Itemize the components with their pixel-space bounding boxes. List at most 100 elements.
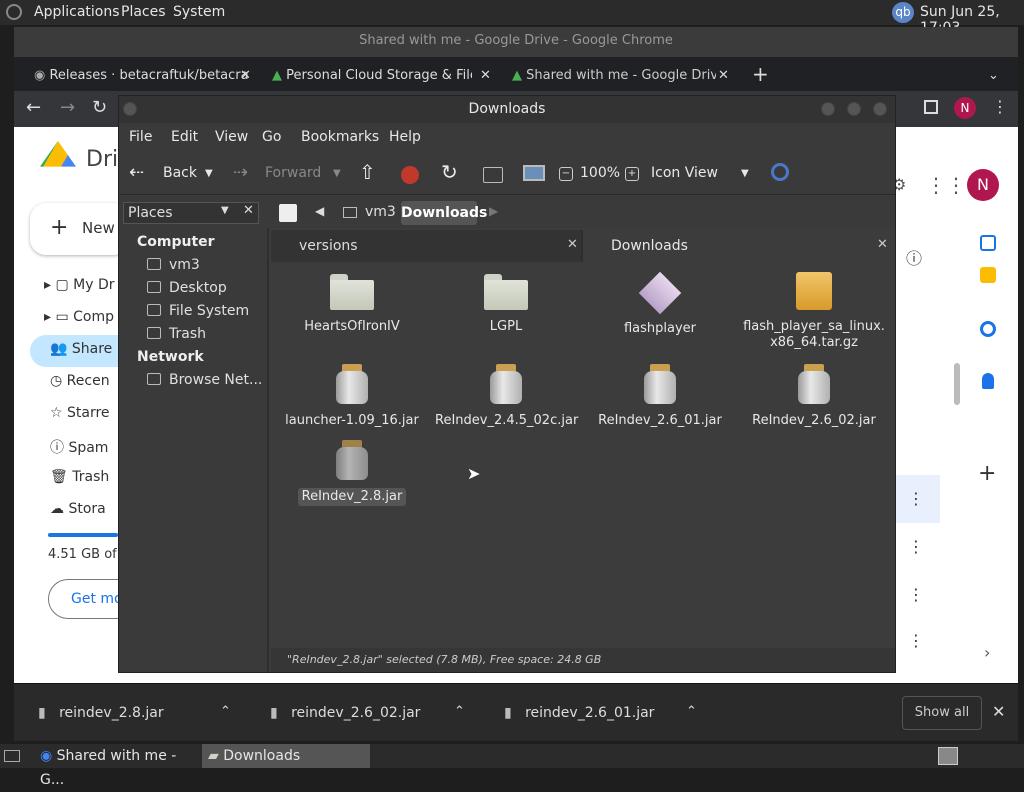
menu-edit[interactable]: Edit	[171, 129, 198, 145]
download-item[interactable]: ▮ reindev_2.8.jar	[38, 684, 164, 742]
zoom-out-icon[interactable]: −	[559, 167, 573, 181]
chrome-menu-icon[interactable]: ⋮	[992, 97, 1008, 116]
back-history-icon[interactable]: ▼	[205, 168, 213, 179]
row-more-icon[interactable]: ⋮	[908, 489, 924, 508]
user-badge[interactable]: qb	[892, 2, 914, 23]
close-tab-icon[interactable]: ✕	[240, 61, 251, 91]
close-downloads-icon[interactable]: ✕	[992, 702, 1005, 721]
applications-menu[interactable]: Applications	[34, 4, 120, 20]
show-desktop-icon[interactable]	[4, 750, 20, 762]
drive-nav-starred[interactable]: ☆ Starre	[50, 405, 110, 421]
breadcrumb-left-icon[interactable]: ◀	[315, 204, 324, 218]
breadcrumb-right-icon[interactable]: ▶	[489, 204, 498, 218]
view-mode-dropdown-icon[interactable]: ▼	[741, 168, 749, 179]
zoom-in-icon[interactable]: +	[625, 167, 639, 181]
menu-help[interactable]: Help	[389, 129, 421, 145]
file-item-selected[interactable]: ReIndev_2.8.jar	[277, 440, 427, 506]
tab-downloads[interactable]: Downloads	[583, 230, 895, 262]
forward-button[interactable]: Forward	[265, 165, 321, 181]
drive-avatar[interactable]: N	[967, 169, 999, 201]
edit-location-icon[interactable]	[279, 204, 297, 222]
file-item[interactable]: ReIndev_2.6_02.jar	[739, 364, 889, 430]
breadcrumb-vm3[interactable]: vm3	[365, 204, 396, 220]
drive-nav-trash[interactable]: 🗑 Trash	[50, 469, 109, 485]
file-item[interactable]: LGPL	[431, 272, 581, 336]
drive-nav-spam[interactable]: ⓘ Spam	[50, 437, 108, 457]
file-item[interactable]: HeartsOfIronIV	[277, 272, 427, 336]
home-icon[interactable]	[483, 167, 503, 183]
workspace-icon[interactable]	[938, 747, 958, 765]
close-tab-icon[interactable]: ✕	[480, 61, 491, 91]
reload-icon[interactable]: ↻	[92, 97, 107, 118]
info-icon[interactable]: ⓘ	[906, 245, 922, 269]
menu-bookmarks[interactable]: Bookmarks	[301, 129, 379, 145]
taskbar-downloads[interactable]: ▰ Downloads	[202, 744, 370, 768]
scrollbar[interactable]	[954, 363, 960, 405]
close-tab-icon[interactable]: ✕	[718, 61, 729, 91]
search-icon[interactable]	[771, 163, 789, 181]
tab-versions[interactable]: versions	[271, 230, 581, 262]
back-arrow-icon[interactable]: ⇠	[129, 162, 144, 183]
apps-grid-icon[interactable]: ⋮⋮	[926, 173, 966, 197]
sidebar-item-browse-network[interactable]: Browse Net...	[147, 372, 262, 388]
forward-arrow-icon[interactable]: ⇢	[233, 162, 248, 183]
close-tab-icon[interactable]: ✕	[877, 237, 888, 252]
menu-view[interactable]: View	[215, 129, 248, 145]
sidebar-item-desktop[interactable]: Desktop	[147, 280, 227, 296]
sidebar-item-trash[interactable]: Trash	[147, 326, 206, 342]
menu-go[interactable]: Go	[262, 129, 281, 145]
new-button[interactable]: + New	[30, 203, 130, 255]
sidepanel-icon[interactable]	[924, 100, 938, 114]
file-item[interactable]: flashplayer	[585, 271, 735, 338]
tasks-icon[interactable]	[980, 321, 996, 337]
system-menu[interactable]: System	[173, 4, 225, 20]
download-item[interactable]: ▮ reindev_2.6_02.jar	[270, 684, 420, 742]
row-more-icon[interactable]: ⋮	[908, 631, 924, 650]
chrome-tab-releases[interactable]: ◉ Releases · betacraftuk/betacra	[34, 61, 254, 91]
file-item[interactable]: flash_player_sa_linux. x86_64.tar.gz	[739, 272, 889, 352]
computer-icon[interactable]	[523, 165, 545, 181]
drive-nav-computers[interactable]: ▸ ▭ Comp	[44, 309, 114, 325]
maximize-icon[interactable]	[847, 102, 861, 116]
drive-nav-recent[interactable]: ◷ Recen	[50, 373, 110, 389]
places-dropdown-icon[interactable]: ▼	[221, 205, 229, 216]
chrome-tab-personal[interactable]: ▲ Personal Cloud Storage & File	[272, 61, 472, 91]
calendar-icon[interactable]	[980, 235, 996, 251]
chrome-tab-shared[interactable]: ▲ Shared with me - Google Drive	[512, 61, 716, 91]
forward-history-icon[interactable]: ▼	[333, 168, 341, 179]
sidebar-item-file-system[interactable]: File System	[147, 303, 249, 319]
row-more-icon[interactable]: ⋮	[908, 537, 924, 556]
drive-nav-my-drive[interactable]: ▸ ▢ My Dr	[44, 277, 115, 293]
places-menu[interactable]: Places	[121, 4, 166, 20]
expand-panel-icon[interactable]: ›	[984, 643, 990, 662]
close-tab-icon[interactable]: ✕	[567, 237, 578, 252]
back-button[interactable]: Back	[163, 165, 197, 181]
chevron-up-icon[interactable]: ⌃	[686, 704, 697, 719]
show-all-button[interactable]: Show all	[902, 696, 982, 730]
add-addon-icon[interactable]: +	[978, 461, 996, 486]
taskbar-chrome[interactable]: ◉ Shared with me - G...	[34, 744, 200, 788]
sidebar-item-vm3[interactable]: vm3	[147, 257, 200, 273]
file-item[interactable]: ReIndev_2.6_01.jar	[585, 364, 735, 430]
reload-icon[interactable]: ↻	[441, 160, 458, 184]
minimize-icon[interactable]	[821, 102, 835, 116]
stop-icon[interactable]	[401, 166, 419, 184]
contacts-icon[interactable]	[982, 373, 994, 389]
back-icon[interactable]: ←	[26, 97, 41, 118]
system-logo-icon[interactable]	[6, 4, 22, 20]
file-item[interactable]: launcher-1.09_16.jar	[277, 364, 427, 430]
profile-avatar[interactable]: N	[954, 97, 976, 119]
row-more-icon[interactable]: ⋮	[908, 585, 924, 604]
forward-icon[interactable]: →	[60, 97, 75, 118]
menu-file[interactable]: File	[129, 129, 152, 145]
drive-nav-storage[interactable]: ☁ Stora	[50, 501, 106, 517]
file-item[interactable]: ReIndev_2.4.5_02c.jar	[431, 364, 581, 430]
places-selector[interactable]: Places	[123, 202, 259, 224]
close-icon[interactable]	[873, 102, 887, 116]
new-tab-icon[interactable]: +	[752, 59, 769, 89]
up-icon[interactable]: ⇧	[359, 160, 376, 184]
window-menu-icon[interactable]	[123, 102, 137, 116]
breadcrumb-downloads[interactable]: Downloads	[401, 201, 487, 225]
view-mode-select[interactable]: Icon View	[651, 165, 718, 181]
download-item[interactable]: ▮ reindev_2.6_01.jar	[504, 684, 654, 742]
